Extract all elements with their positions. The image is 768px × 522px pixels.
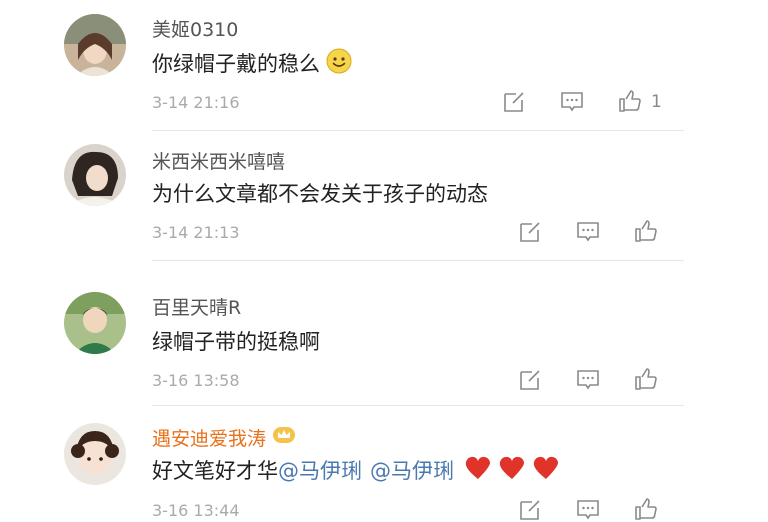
- comment-text-body: 为什么文章都不会发关于孩子的动态: [152, 182, 488, 206]
- comment-text: 绿帽子带的挺稳啊: [152, 326, 320, 356]
- comment-icon[interactable]: [560, 90, 584, 114]
- like-icon[interactable]: [634, 497, 658, 521]
- comment-text: 好文笔好才华 @马伊琍 @马伊琍: [152, 455, 560, 485]
- timestamp: 3-16 13:44: [152, 501, 240, 520]
- like-icon[interactable]: [634, 219, 658, 243]
- mention-link[interactable]: @马伊琍: [370, 455, 454, 485]
- avatar[interactable]: [64, 14, 126, 76]
- comment-text: 为什么文章都不会发关于孩子的动态: [152, 178, 488, 208]
- smile-emoji-icon: [326, 48, 352, 79]
- avatar[interactable]: [64, 144, 126, 206]
- like-icon[interactable]: [634, 367, 658, 391]
- comment-text: 你绿帽子戴的稳么: [152, 48, 352, 78]
- timestamp: 3-14 21:16: [152, 93, 240, 112]
- avatar[interactable]: [64, 423, 126, 485]
- edit-icon[interactable]: [518, 220, 542, 244]
- mention-link[interactable]: @马伊琍: [278, 455, 362, 485]
- comment-item: 百里天晴R 绿帽子带的挺稳啊 3-16 13:58: [0, 260, 768, 405]
- edit-icon[interactable]: [518, 368, 542, 392]
- heart-emoji-icon: [464, 455, 492, 486]
- comment-text-body: 你绿帽子戴的稳么: [152, 52, 320, 76]
- like-icon[interactable]: [618, 89, 642, 113]
- username[interactable]: 米西米西米嘻嘻: [152, 147, 285, 174]
- crown-badge-icon: [272, 425, 296, 450]
- username-text: 遇安迪爱我涛: [152, 428, 267, 450]
- comment-item: 米西米西米嘻嘻 为什么文章都不会发关于孩子的动态 3-14 21:13: [0, 130, 768, 260]
- comment-item: 遇安迪爱我涛 好文笔好才华 @马伊琍 @马伊琍 3-16 13:44: [0, 405, 768, 522]
- edit-icon[interactable]: [502, 90, 526, 114]
- username[interactable]: 遇安迪爱我涛: [152, 424, 296, 451]
- username[interactable]: 百里天晴R: [152, 293, 241, 320]
- edit-icon[interactable]: [518, 498, 542, 522]
- heart-emoji-icon: [498, 455, 526, 486]
- comment-item: 美姬0310 你绿帽子戴的稳么 3-14 21:16 1: [0, 0, 768, 130]
- comment-icon[interactable]: [576, 498, 600, 522]
- comment-text-body: 绿帽子带的挺稳啊: [152, 330, 320, 354]
- comment-text-body: 好文笔好才华: [152, 459, 278, 483]
- username[interactable]: 美姬0310: [152, 15, 238, 42]
- heart-emoji-icon: [532, 455, 560, 486]
- like-count: 1: [651, 92, 662, 112]
- avatar[interactable]: [64, 292, 126, 354]
- timestamp: 3-16 13:58: [152, 371, 240, 390]
- comment-icon[interactable]: [576, 220, 600, 244]
- timestamp: 3-14 21:13: [152, 223, 240, 242]
- comment-icon[interactable]: [576, 368, 600, 392]
